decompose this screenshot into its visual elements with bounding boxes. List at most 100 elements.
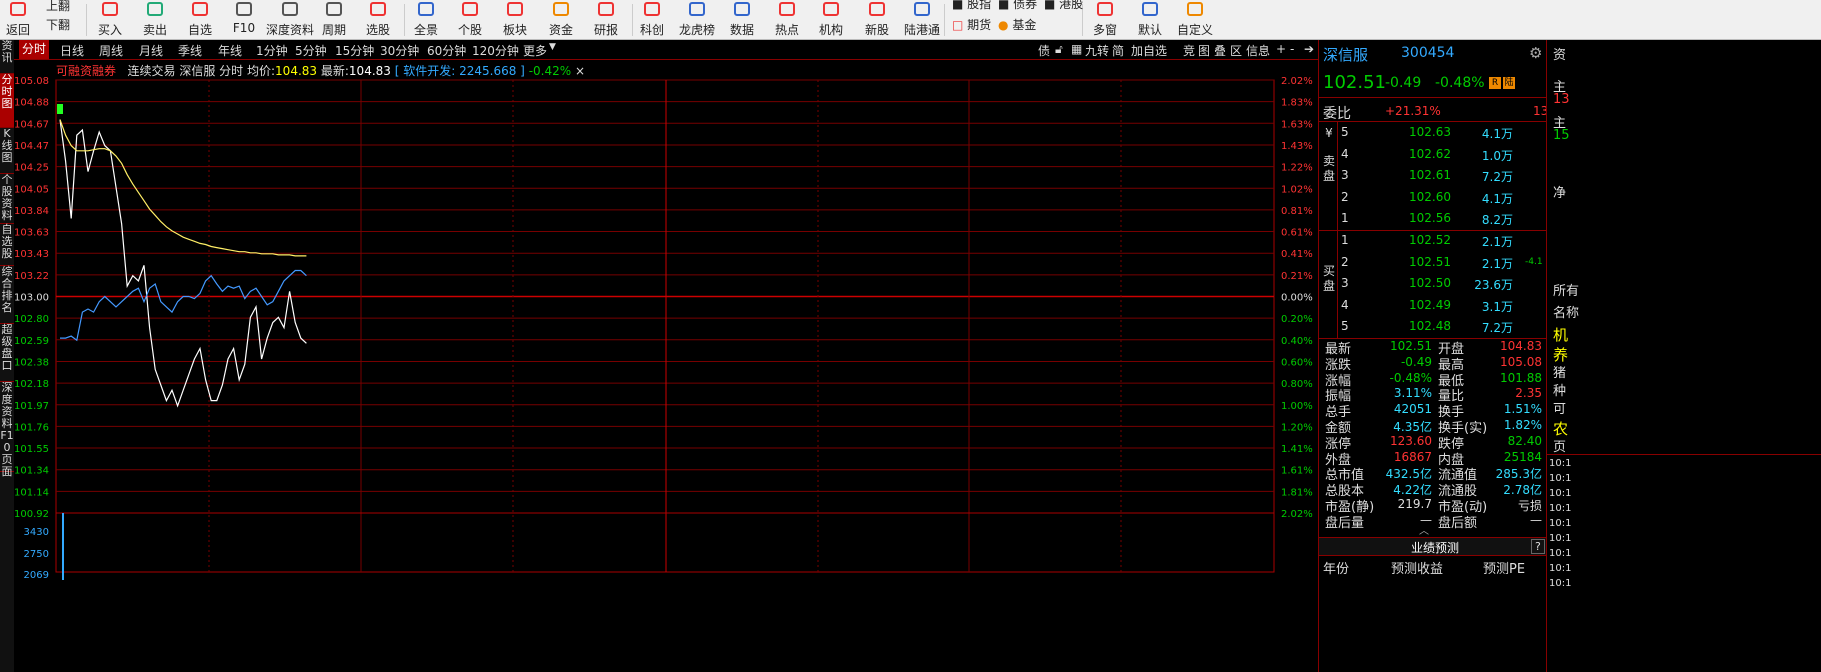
toolbar-candlestick-button[interactable]: 科创 (632, 0, 672, 40)
period-tab-10[interactable]: 60分钟 (427, 42, 466, 59)
stat-value: 105.08 (1500, 354, 1542, 369)
buy-row[interactable]: 1 102.52 2.1万 (1319, 230, 1546, 251)
period-tab-1[interactable]: 日线 (60, 42, 84, 59)
sell-row[interactable]: 2 102.60 4.1万 (1319, 187, 1546, 208)
toolbar-windows-button[interactable]: 多窗 (1085, 0, 1125, 40)
fund-flow-row: 机 (1553, 326, 1569, 344)
y-tick-left: 104.88 (14, 98, 49, 109)
close-icon[interactable]: × (575, 64, 585, 78)
chart-tool-2[interactable]: 简 (1112, 42, 1124, 59)
y-tick-right: 0.40% (1281, 336, 1313, 347)
period-tab-7[interactable]: 5分钟 (295, 42, 327, 59)
layers-icon (507, 2, 523, 16)
sell-row[interactable]: 5 102.63 4.1万 (1319, 122, 1546, 143)
period-tab-2[interactable]: 周线 (99, 42, 123, 59)
price-header: 102.51 -0.49 -0.48% R 陆 (1319, 68, 1546, 98)
chart-tool-0[interactable]: 债 (1038, 42, 1050, 59)
help-icon[interactable]: ? (1531, 539, 1545, 554)
home-icon (1142, 2, 1158, 16)
sell-row[interactable]: 1 102.56 8.2万 (1319, 208, 1546, 229)
fund-flow-row: 13 (1553, 92, 1570, 107)
toolbar-layers-button[interactable]: 板块 (495, 0, 535, 40)
y-tick-left: 101.34 (14, 466, 49, 477)
toolbar-report-button[interactable]: 研报 (586, 0, 626, 40)
buy-row[interactable]: 2 102.51 2.1万 -4.1 (1319, 252, 1546, 273)
weibi-row: 委比 +21.31% 13 (1319, 100, 1548, 122)
sector-info[interactable]: [ 软件开发: 2245.668 ] (395, 64, 525, 78)
period-tab-5[interactable]: 年线 (218, 42, 242, 59)
chart-tool-6[interactable]: 叠 (1214, 42, 1226, 59)
stat-value: 104.83 (1500, 339, 1542, 353)
page-down-button[interactable]: 下翻 (46, 16, 70, 33)
intraday-chart[interactable]: 105.08 2.02% 104.88 1.83% 104.67 1.63% 104.47 1… (0, 60, 1318, 672)
toolbar-bridge-button[interactable]: 陆港通 (898, 0, 946, 40)
buy-row[interactable]: 3 102.50 23.6万 (1319, 273, 1546, 294)
toolbar-label: 返回 (5, 23, 30, 37)
period-tab-0[interactable]: 分时 (19, 40, 50, 59)
gear-icon[interactable]: ⚙ (1529, 44, 1542, 62)
y-tick-left: 103.63 (14, 228, 49, 239)
bridge-icon (914, 2, 930, 16)
buy-row[interactable]: 5 102.48 7.2万 (1319, 316, 1546, 337)
period-tab-9[interactable]: 30分钟 (380, 42, 419, 59)
new-icon (869, 2, 885, 16)
y-tick-left: 102.80 (14, 314, 49, 325)
period-tab-12[interactable]: 更多 (523, 42, 547, 59)
toolbar-new-button[interactable]: 新股 (857, 0, 897, 40)
y-tick-right: 1.02% (1281, 184, 1313, 195)
toolbar-clock-button[interactable]: 周期 (314, 0, 354, 40)
collapse-handle[interactable]: ︿ (1419, 522, 1429, 537)
chart-tool-10[interactable]: - (1290, 42, 1294, 56)
chart-tool-4[interactable]: 竞 (1183, 42, 1195, 59)
chart-tool-9[interactable]: + (1276, 42, 1286, 56)
sell-price: 102.56 (1409, 211, 1451, 225)
price-series-0 (59, 119, 307, 408)
y-tick-right: 0.80% (1281, 379, 1313, 390)
fund-link[interactable]: ● 基金 (998, 16, 1036, 33)
sell-icon (147, 2, 163, 16)
toolbar-star-button[interactable]: 自选 (180, 0, 220, 40)
toolbar-building-button[interactable]: 机构 (811, 0, 851, 40)
index-link[interactable]: ■ 股指 (952, 0, 991, 12)
toolbar-document-button[interactable]: 深度资料 (266, 0, 314, 40)
toolbar-buy-button[interactable]: 买入 (90, 0, 130, 40)
period-tab-6[interactable]: 1分钟 (256, 42, 288, 59)
toolbar-f10-button[interactable]: F10 (224, 0, 264, 40)
book-side-divider (1337, 122, 1338, 338)
buy-row[interactable]: 4 102.49 3.1万 (1319, 295, 1546, 316)
page-up-button[interactable]: 上翻 (46, 0, 70, 14)
toolbar-stock-button[interactable]: 个股 (450, 0, 490, 40)
toolbar-bar-button[interactable]: 龙虎榜 (675, 0, 719, 40)
lock-icon[interactable]: 🔓︎ (1055, 42, 1063, 57)
period-tab-4[interactable]: 季线 (178, 42, 202, 59)
toolbar-home-button[interactable]: 默认 (1130, 0, 1170, 40)
toolbar-grid-button[interactable]: 全景 (406, 0, 446, 40)
toolbar-fire-button[interactable]: 热点 (767, 0, 807, 40)
buy-level: 3 (1341, 276, 1349, 290)
candlestick-icon (644, 2, 660, 16)
toolbar-back-button[interactable]: 返回 (0, 0, 38, 40)
toolbar-sell-button[interactable]: 卖出 (135, 0, 175, 40)
toolbar-custom-button[interactable]: 自定义 (1171, 0, 1219, 40)
table-icon[interactable]: ▦ (1071, 42, 1082, 56)
next-icon[interactable]: ➔ (1304, 42, 1314, 56)
toolbar-line-button[interactable]: 数据 (722, 0, 762, 40)
sell-price: 102.61 (1409, 168, 1451, 182)
sell-row[interactable]: 4 102.62 1.0万 (1319, 144, 1546, 165)
stat-value: 3.11% (1393, 386, 1432, 401)
chart-tool-5[interactable]: 图 (1198, 42, 1210, 59)
period-tab-11[interactable]: 120分钟 (472, 42, 519, 59)
chart-tool-7[interactable]: 区 (1230, 42, 1242, 59)
period-tab-8[interactable]: 15分钟 (335, 42, 374, 59)
chart-tool-3[interactable]: 加自选 (1131, 42, 1167, 59)
bond-link[interactable]: ■ 债券 (998, 0, 1037, 12)
hk-link[interactable]: ■ 港股 (1044, 0, 1083, 12)
sell-row[interactable]: 3 102.61 7.2万 (1319, 165, 1546, 186)
caret-down-icon[interactable]: ▼ (549, 42, 556, 52)
futures-link[interactable]: □ 期货 (952, 16, 991, 33)
toolbar-money-button[interactable]: 资金 (541, 0, 581, 40)
chart-tool-8[interactable]: 信息 (1246, 42, 1270, 59)
chart-tool-1[interactable]: 九转 (1085, 42, 1109, 59)
period-tab-3[interactable]: 月线 (139, 42, 163, 59)
toolbar-radar-button[interactable]: 选股 (358, 0, 398, 40)
